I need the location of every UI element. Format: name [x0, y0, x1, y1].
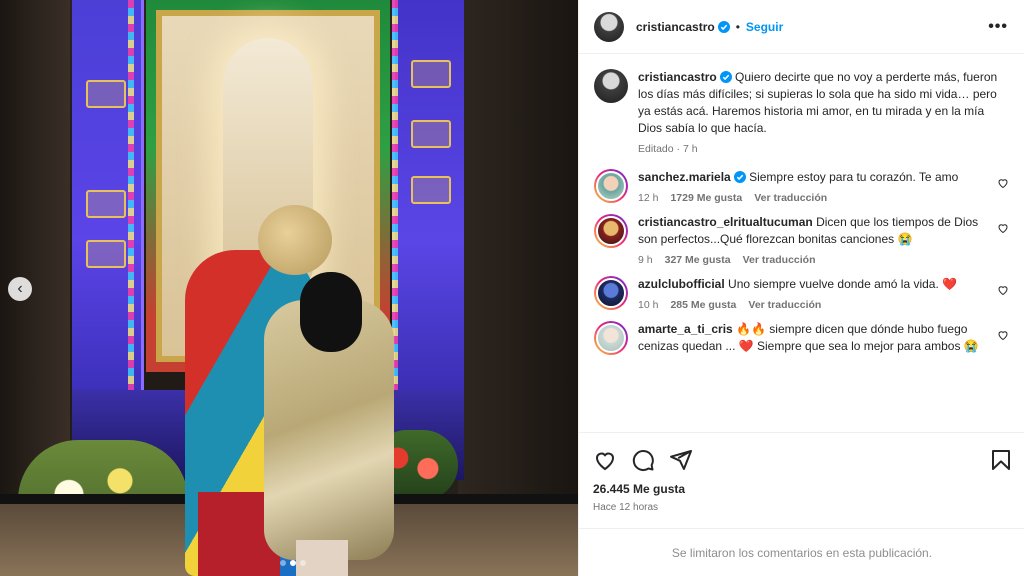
comment-item: cristiancastro_elritualtucuman Dicen que… [594, 214, 1009, 266]
commenter-username[interactable]: azulclubofficial [638, 277, 725, 291]
carousel-dot [280, 560, 286, 566]
author-username[interactable]: cristiancastro [636, 20, 715, 34]
author-avatar[interactable] [594, 11, 624, 42]
translate-link[interactable]: Ver traducción [754, 192, 827, 204]
altar-ornament [86, 190, 126, 218]
comment-item: amarte_a_ti_cris 🔥🔥 siempre dicen que dó… [594, 321, 1009, 355]
post-header: cristiancastro • Seguir ••• [579, 0, 1024, 54]
post-photo: ‹ [0, 0, 578, 576]
share-icon[interactable] [669, 448, 693, 472]
follow-button[interactable]: Seguir [746, 20, 783, 34]
comment-likes[interactable]: 285 Me gusta [670, 299, 736, 311]
post-side-panel: cristiancastro • Seguir ••• cristiancast… [578, 0, 1024, 576]
commenter-avatar[interactable] [594, 214, 628, 248]
commenter-username[interactable]: cristiancastro_elritualtucuman [638, 215, 813, 229]
altar-panel-right [392, 0, 464, 400]
altar-ornament [411, 120, 451, 148]
translate-link[interactable]: Ver traducción [748, 299, 821, 311]
comment-icon[interactable] [631, 448, 655, 472]
verified-badge-icon [719, 71, 732, 83]
post-time: Hace 12 horas [593, 502, 659, 513]
comment-text: Uno siempre vuelve donde amó la vida. ❤️ [728, 277, 958, 291]
verified-badge-icon [717, 20, 730, 33]
comment-item: azulclubofficial Uno siempre vuelve dond… [594, 276, 1009, 311]
bookmark-icon[interactable] [989, 448, 1013, 472]
commenter-avatar[interactable] [594, 321, 628, 355]
heart-icon[interactable] [997, 329, 1009, 341]
heart-icon[interactable] [997, 222, 1009, 234]
altar-ornament [411, 60, 451, 88]
carousel-dot-active [290, 560, 296, 566]
heart-icon[interactable] [593, 448, 617, 472]
caption-username[interactable]: cristiancastro [638, 70, 717, 84]
header-separator: • [735, 19, 740, 34]
comment-likes[interactable]: 1729 Me gusta [670, 192, 742, 204]
likes-count[interactable]: 26.445 Me gusta [593, 482, 1015, 496]
altar-ornament [411, 176, 451, 204]
heart-icon[interactable] [997, 284, 1009, 296]
altar-ornament [86, 80, 126, 108]
man-head [258, 205, 332, 275]
photo-wall-right [458, 0, 578, 576]
comment-age: 12 h [638, 192, 659, 204]
post-actions: 26.445 Me gusta Hace 12 horas [579, 432, 1024, 513]
verified-badge-icon [733, 171, 746, 183]
more-icon[interactable]: ••• [988, 18, 1008, 36]
commenter-username[interactable]: amarte_a_ti_cris [638, 322, 733, 336]
commenter-avatar[interactable] [594, 276, 628, 310]
comments-list[interactable]: cristiancastro Quiero decirte que no voy… [579, 55, 1024, 431]
commenter-avatar[interactable] [594, 169, 628, 203]
carousel-prev-button[interactable]: ‹ [8, 277, 32, 301]
comment-text: Siempre estoy para tu corazón. Te amo [749, 170, 959, 184]
caption-meta: Editado · 7 h [638, 143, 698, 155]
action-icons [593, 441, 1015, 479]
translate-link[interactable]: Ver traducción [743, 254, 816, 266]
heart-icon[interactable] [997, 177, 1009, 189]
author-avatar[interactable] [594, 69, 628, 103]
comment-age: 10 h [638, 299, 659, 311]
carousel-dot [300, 560, 306, 566]
comments-limited-notice: Se limitaron los comentarios en esta pub… [579, 528, 1024, 576]
comment-age: 9 h [638, 254, 653, 266]
chevron-left-icon: ‹ [17, 280, 23, 297]
commenter-username[interactable]: sanchez.mariela [638, 170, 731, 184]
caption: cristiancastro Quiero decirte que no voy… [594, 69, 1009, 155]
led-strip [128, 0, 134, 400]
comment-item: sanchez.mariela Siempre estoy para tu co… [594, 169, 1009, 204]
carousel-dots [280, 560, 306, 566]
altar-ornament [86, 240, 126, 268]
woman-hair [300, 272, 362, 352]
woman-leg [296, 540, 348, 576]
comment-likes[interactable]: 327 Me gusta [665, 254, 731, 266]
